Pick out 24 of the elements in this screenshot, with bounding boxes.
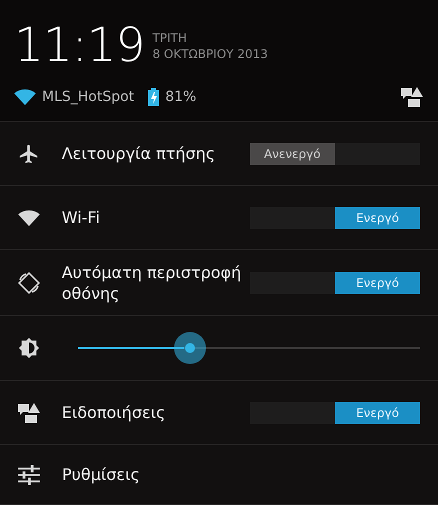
settings-link[interactable]: Ρυθμίσεις [62, 464, 252, 485]
rotate-icon [16, 270, 41, 294]
battery-level: 81% [165, 89, 196, 105]
toggle-switch[interactable]: Ενεργό [250, 206, 420, 228]
toggle-switch[interactable]: Ανενεργό [250, 142, 420, 164]
network-name: MLS_HotSpot [42, 89, 134, 105]
battery-charging-icon [148, 88, 160, 106]
setting-label: Αυτόματη περιστροφή οθόνης [62, 262, 242, 304]
setting-label: Ειδοποιήσεις [62, 402, 166, 423]
date: 8 ΟΚΤΩΒΡΙΟΥ 2013 [152, 46, 268, 62]
toggle-switch[interactable]: Ενεργό [250, 402, 420, 424]
wifi-icon [18, 208, 40, 226]
airplane-icon [18, 142, 40, 164]
weekday: ΤΡΙΤΗ [152, 30, 188, 46]
notifications-icon [16, 402, 41, 424]
clock-time: 11:19 [14, 22, 144, 70]
setting-label: Λειτουργία πτήσης [62, 143, 216, 164]
setting-label: Wi-Fi [62, 207, 101, 228]
brightness-icon [18, 337, 40, 359]
sliders-icon [18, 464, 40, 484]
wifi-icon [14, 88, 36, 106]
brightness-slider[interactable] [78, 332, 420, 364]
toggle-switch[interactable]: Ενεργό [250, 272, 420, 294]
notifications-icon [400, 86, 424, 108]
